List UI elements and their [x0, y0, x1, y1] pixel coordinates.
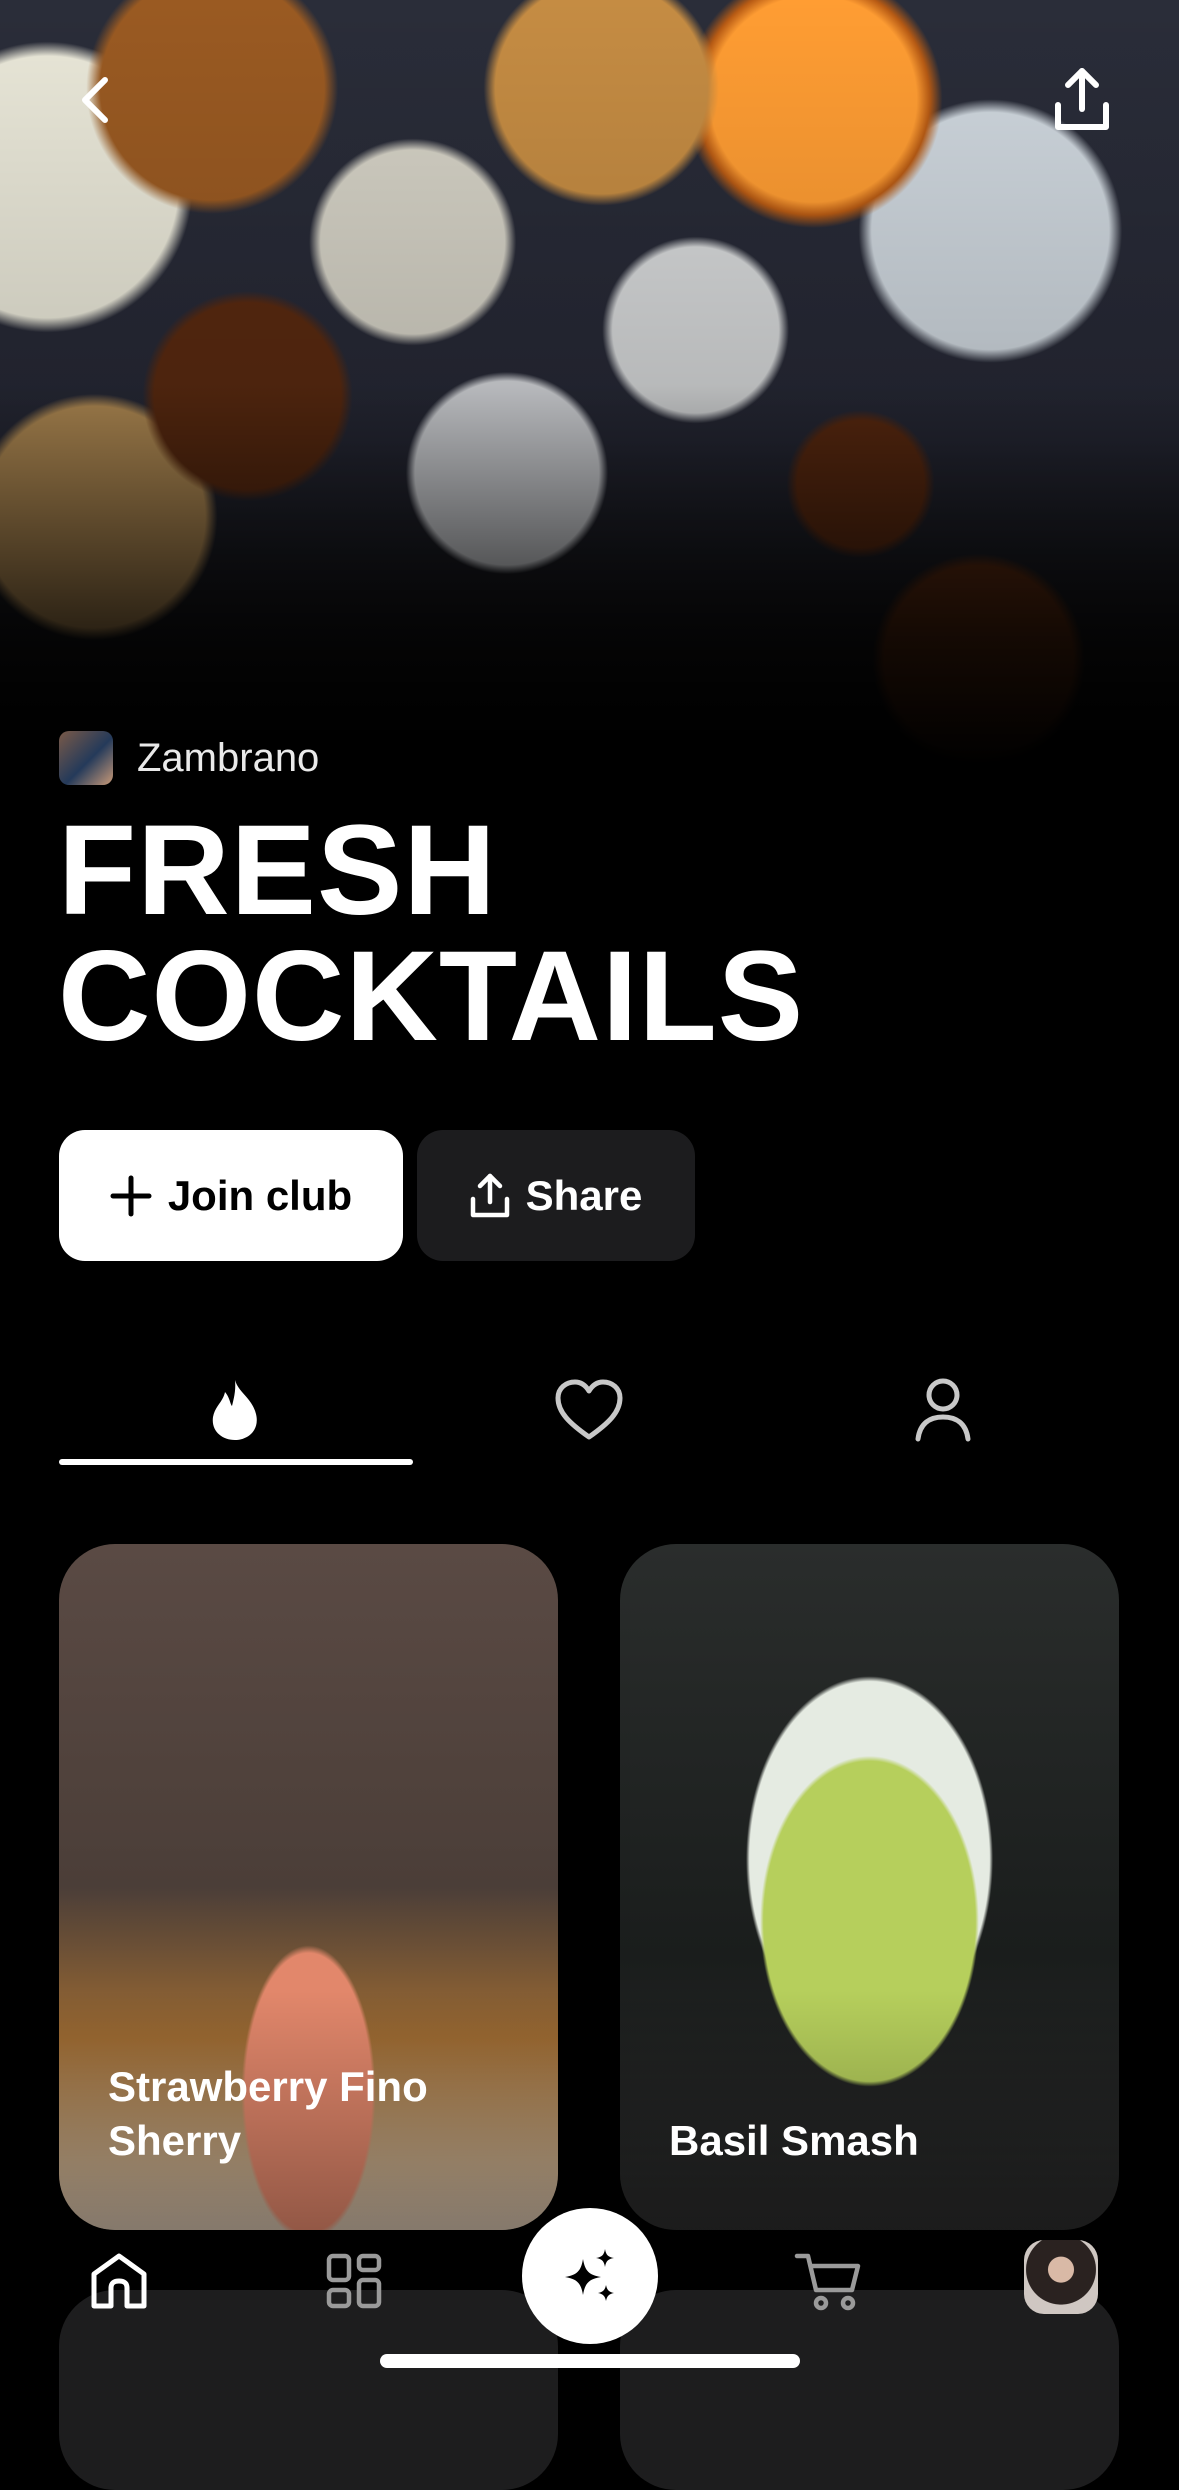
card-shade	[620, 1990, 1119, 2230]
create-button[interactable]	[522, 2208, 658, 2344]
nav-profile-avatar[interactable]	[1024, 2240, 1098, 2314]
cocktail-card-title: Basil Smash	[669, 2117, 919, 2164]
action-buttons: Join club Share	[59, 1130, 695, 1261]
club-title-line1: FRESH	[58, 799, 497, 942]
sparkles-icon	[565, 2249, 614, 2301]
nav-home[interactable]	[74, 2236, 164, 2326]
join-club-label: Join club	[167, 1171, 353, 1219]
tab-bar	[59, 1350, 1119, 1470]
share-button[interactable]: Share	[417, 1130, 695, 1261]
club-title: FRESH COCKTAILS	[58, 807, 804, 1061]
cart-icon	[794, 2253, 861, 2311]
upload-icon	[470, 1173, 509, 1217]
cocktail-card-title: Strawberry Fino Sherry	[108, 2063, 428, 2164]
nav-browse[interactable]	[309, 2236, 399, 2326]
club-title-line2: COCKTAILS	[58, 925, 805, 1068]
tab-favorites[interactable]	[413, 1350, 765, 1470]
flame-icon	[212, 1380, 257, 1440]
join-club-button[interactable]: Join club	[59, 1130, 403, 1261]
club-author[interactable]: Zambrano	[59, 731, 319, 785]
author-avatar	[59, 731, 113, 785]
chevron-left-icon	[82, 77, 108, 123]
author-name: Zambrano	[137, 735, 320, 780]
heart-icon	[555, 1379, 623, 1440]
nav-cart[interactable]	[784, 2236, 874, 2326]
home-icon	[91, 2253, 147, 2309]
back-button[interactable]	[55, 60, 135, 140]
cocktail-card[interactable]: Basil Smash	[620, 1544, 1119, 2230]
share-label: Share	[525, 1171, 643, 1219]
share-top-button[interactable]	[1042, 60, 1122, 140]
person-icon	[915, 1378, 971, 1442]
cocktail-card[interactable]: Strawberry Fino Sherry	[59, 1544, 558, 2230]
home-indicator	[380, 2354, 800, 2368]
grid-icon	[326, 2253, 382, 2309]
tab-trending[interactable]	[59, 1350, 411, 1470]
tab-members[interactable]	[767, 1350, 1119, 1470]
active-tab-indicator	[59, 1459, 413, 1465]
plus-icon	[110, 1175, 152, 1216]
upload-icon	[1055, 68, 1109, 130]
